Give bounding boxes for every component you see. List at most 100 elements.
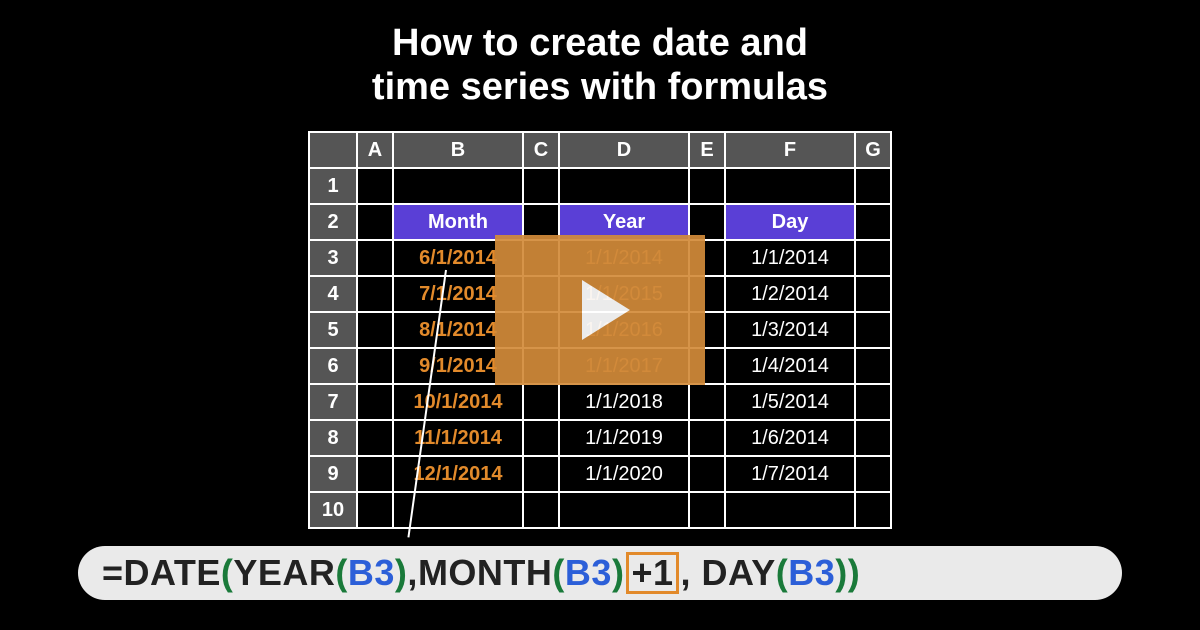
fn-month: MONTH [418,552,552,593]
cell [357,456,393,492]
cell [393,168,523,204]
cell-d: 1/1/2020 [559,456,689,492]
row-num: 9 [309,456,357,492]
play-button[interactable] [495,235,705,385]
row-num: 5 [309,312,357,348]
cell-b: 10/1/2014 [393,384,523,420]
fn-day: DAY [702,552,776,593]
table-row: 9 12/1/2014 1/1/2020 1/7/2014 [309,456,891,492]
cell [357,384,393,420]
title-line-1: How to create date and [392,22,808,64]
row-num: 1 [309,168,357,204]
cell [855,276,891,312]
formula-text: =DATE(YEAR(B3),MONTH(B3)+1, DAY(B3)) [102,552,860,594]
cell-f: 1/2/2014 [725,276,855,312]
col-header-c: C [523,132,559,168]
cell [855,348,891,384]
cell [689,168,725,204]
paren: ) [612,552,625,593]
row-num: 3 [309,240,357,276]
row-num: 4 [309,276,357,312]
cell [725,168,855,204]
cell [357,420,393,456]
table-row: 1 [309,168,891,204]
cell [357,276,393,312]
cell-b: 11/1/2014 [393,420,523,456]
title-line-2: time series with formulas [372,66,828,108]
column-header-row: A B C D E F G [309,132,891,168]
cell [523,492,559,528]
ref: B3 [788,552,835,593]
cell [357,312,393,348]
cell-f: 1/4/2014 [725,348,855,384]
cell [357,240,393,276]
cell-f: 1/6/2014 [725,420,855,456]
cell-b: 12/1/2014 [393,456,523,492]
paren: ( [552,552,565,593]
plus-one: +1 [631,552,673,593]
cell [357,168,393,204]
cell-f: 1/1/2014 [725,240,855,276]
fn-date: DATE [124,552,221,593]
space [691,552,702,593]
table-row: 8 11/1/2014 1/1/2019 1/6/2014 [309,420,891,456]
fn-year: YEAR [233,552,335,593]
cell [855,312,891,348]
eq: = [102,552,124,593]
cell [689,456,725,492]
cell [689,420,725,456]
paren: ) [395,552,408,593]
cell [689,492,725,528]
header-day: Day [725,204,855,240]
cell [855,204,891,240]
cell [689,384,725,420]
row-num: 10 [309,492,357,528]
cell-d: 1/1/2018 [559,384,689,420]
formula-bar: =DATE(YEAR(B3),MONTH(B3)+1, DAY(B3)) [78,546,1122,600]
cell [559,168,689,204]
cell [855,492,891,528]
table-row: 10 [309,492,891,528]
paren: ( [335,552,348,593]
highlight-box: +1 [626,552,678,594]
paren: ) [848,552,861,593]
paren: ( [776,552,789,593]
col-header-b: B [393,132,523,168]
cell-f: 1/5/2014 [725,384,855,420]
cell [523,168,559,204]
cell [855,420,891,456]
col-header-a: A [357,132,393,168]
paren: ) [835,552,848,593]
col-header-g: G [855,132,891,168]
cell-d: 1/1/2019 [559,420,689,456]
page-title: How to create date and time series with … [0,0,1200,109]
cell [357,204,393,240]
comma: , [681,552,692,593]
cell [855,168,891,204]
row-num: 6 [309,348,357,384]
cell [357,348,393,384]
paren: ( [221,552,234,593]
corner-cell [309,132,357,168]
cell [855,240,891,276]
cell-f: 1/3/2014 [725,312,855,348]
col-header-f: F [725,132,855,168]
cell [855,384,891,420]
play-icon [582,280,630,340]
cell [725,492,855,528]
comma: , [407,552,418,593]
cell [523,456,559,492]
ref: B3 [348,552,395,593]
col-header-d: D [559,132,689,168]
cell [559,492,689,528]
row-num: 2 [309,204,357,240]
cell [855,456,891,492]
ref: B3 [565,552,612,593]
row-num: 7 [309,384,357,420]
cell [523,384,559,420]
col-header-e: E [689,132,725,168]
table-row: 7 10/1/2014 1/1/2018 1/5/2014 [309,384,891,420]
cell [357,492,393,528]
cell [523,420,559,456]
cell-f: 1/7/2014 [725,456,855,492]
